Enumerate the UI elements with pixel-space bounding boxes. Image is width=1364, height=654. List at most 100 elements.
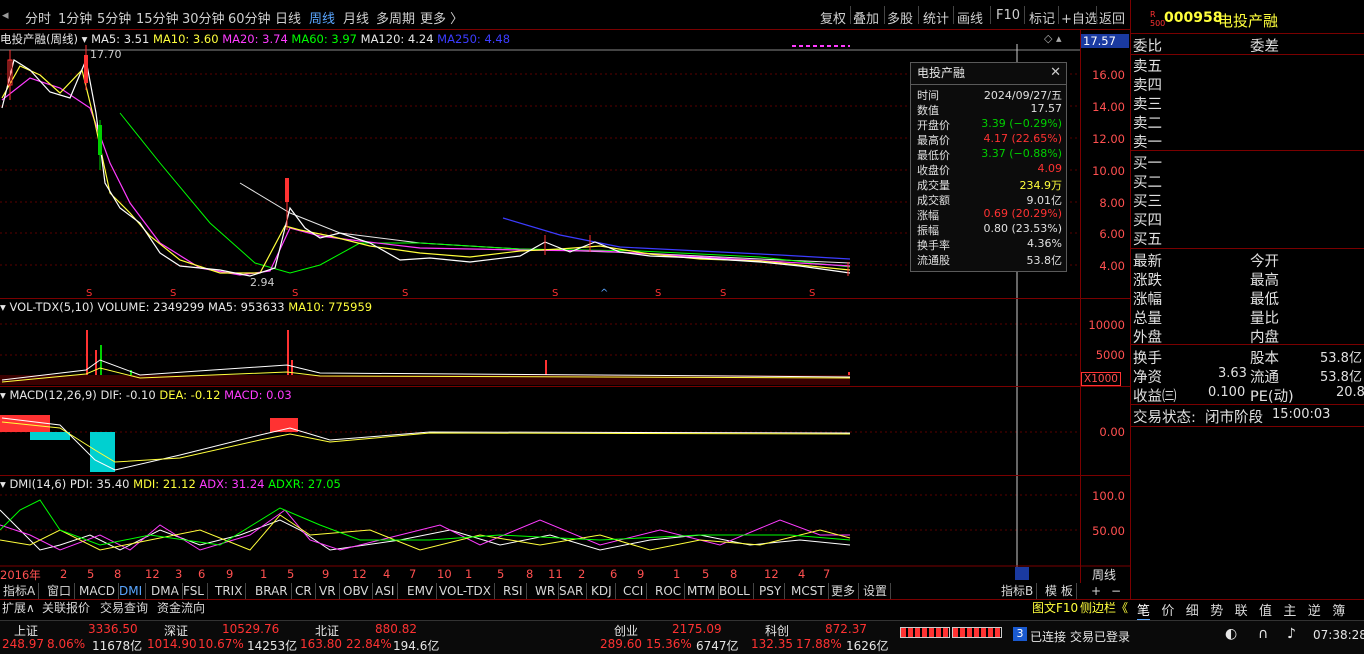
period-tab-multi[interactable]: 多周期 (376, 8, 415, 27)
indicator-tab-sar[interactable]: SAR (556, 583, 588, 599)
indicator-tab-roc[interactable]: ROC (652, 583, 686, 599)
price-tick: 14.00 (1092, 100, 1125, 114)
vol-ma10: MA10: 775959 (288, 300, 373, 314)
side-tab[interactable]: 簿 (1332, 600, 1345, 619)
macd-collapse-icon[interactable]: ▾ (0, 388, 6, 402)
indicator-tab-mcst[interactable]: MCST (788, 583, 829, 599)
sz-value: 10529.76 (222, 622, 280, 636)
period-tab-1min[interactable]: 1分钟 (58, 8, 92, 27)
expand-tab[interactable]: 扩展∧ (2, 600, 35, 616)
vol-tick: 5000 (1095, 348, 1125, 362)
connection-count-badge[interactable]: 3 (1013, 627, 1027, 641)
tooltip-row: 涨幅 0.69 (20.29%) (911, 207, 1066, 222)
trade-query-tab[interactable]: 交易查询 (100, 600, 148, 616)
sidebar-tab[interactable]: 侧边栏《 (1080, 600, 1128, 616)
f10-tab[interactable]: 图文F10 (1032, 600, 1078, 616)
close-icon[interactable]: ✕ (1050, 65, 1061, 80)
x-tick-label: 6 (610, 567, 618, 581)
x-tick-label: 2 (60, 567, 68, 581)
x-tick-label: 12 (145, 567, 160, 581)
indicator-tab-cr[interactable]: CR (292, 583, 316, 599)
equity-label: 股本 (1250, 351, 1279, 367)
period-tab-monthly[interactable]: 月线 (343, 8, 369, 27)
indicator-tab-mtm[interactable]: MTM (684, 583, 720, 599)
connection-status: 已连接 (1030, 630, 1067, 644)
indicator-tab-rsi[interactable]: RSI (500, 583, 527, 599)
side-tab[interactable]: 势 (1210, 600, 1223, 619)
indicator-tab-25[interactable]: 设置 (860, 583, 892, 599)
add-indicator-button[interactable]: + (1088, 583, 1104, 599)
indicator-tab-dmi[interactable]: DMI (116, 583, 147, 599)
dmi-collapse-icon[interactable]: ▾ (0, 477, 6, 491)
fund-flow-tab[interactable]: 资金流向 (157, 600, 205, 616)
adjust-button[interactable]: 复权 (820, 8, 846, 27)
cursor-x-marker (1015, 567, 1029, 580)
indicator-tab-obv[interactable]: OBV (340, 583, 373, 599)
dropdown-icon[interactable]: ▾ (82, 32, 88, 46)
eps-value: 0.100 (1208, 385, 1246, 400)
remove-indicator-button[interactable]: − (1108, 583, 1124, 599)
refresh-icon[interactable]: ◐ (1225, 626, 1237, 642)
quote-label: 量比 (1250, 311, 1279, 327)
pe-value: 20.8 (1336, 385, 1364, 400)
indicator-tab-kdj[interactable]: KDJ (588, 583, 616, 599)
buy-level-label: 买一 (1133, 156, 1162, 172)
period-tab-60min[interactable]: 60分钟 (228, 8, 271, 27)
indicator-tab-dma[interactable]: DMA (148, 583, 183, 599)
side-tab[interactable]: 细 (1186, 600, 1199, 619)
back-button[interactable]: 返回 (1099, 8, 1125, 27)
vol-collapse-icon[interactable]: ▾ (0, 300, 6, 314)
indicator-tab-a[interactable]: 指标A (0, 583, 40, 599)
indicator-tab-1[interactable]: 窗口 (44, 583, 76, 599)
template-tab[interactable]: 模 板 (1042, 583, 1077, 599)
period-tab-30min[interactable]: 30分钟 (182, 8, 225, 27)
dmi-adxr: ADXR: 27.05 (268, 477, 341, 491)
indicator-tab-vr[interactable]: VR (316, 583, 340, 599)
indicator-tab-brar[interactable]: BRAR (252, 583, 292, 599)
indicator-tab-voltdx[interactable]: VOL-TDX (436, 583, 495, 599)
overlay-button[interactable]: 叠加 (853, 8, 879, 27)
panel-divider-dmi (0, 475, 1130, 476)
indicator-tab-macd[interactable]: MACD (76, 583, 119, 599)
tooltip-value: 17.57 (1030, 102, 1063, 115)
indicator-tab-trix[interactable]: TRIX (212, 583, 247, 599)
panel-divider-vol (0, 298, 1130, 299)
side-tab[interactable]: 联 (1235, 600, 1248, 619)
x-tick-label: 9 (226, 567, 234, 581)
related-quote-tab[interactable]: 关联报价 (42, 600, 90, 616)
trade-login-status[interactable]: 交易已登录 (1070, 628, 1130, 645)
mark-button[interactable]: 标记 (1029, 8, 1055, 27)
kc-amount: 1626亿 (846, 639, 889, 653)
indicator-b-tab[interactable]: 指标B (998, 583, 1038, 599)
indicator-tab-fsl[interactable]: FSL (180, 583, 208, 599)
draw-line-button[interactable]: 画线 (957, 8, 983, 27)
side-tab[interactable]: 主 (1283, 600, 1296, 619)
x-tick-label: 7 (823, 567, 831, 581)
period-tab-more[interactable]: 更多 〉 (420, 8, 463, 27)
multi-stock-button[interactable]: 多股 (887, 8, 913, 27)
side-tab[interactable]: 值 (1259, 600, 1272, 619)
indicator-tab-psy[interactable]: PSY (756, 583, 786, 599)
weibi-label: 委比 (1133, 39, 1162, 55)
indicator-tab-cci[interactable]: CCI (620, 583, 648, 599)
indicator-tab-24[interactable]: 更多 (828, 583, 860, 599)
stats-button[interactable]: 统计 (923, 8, 949, 27)
diamond-icon[interactable]: ◇ ▴ (1044, 32, 1061, 45)
period-tab-timeshare[interactable]: 分时 (25, 8, 51, 27)
collapse-icon[interactable]: ◂ (2, 8, 9, 23)
indicator-tab-asi[interactable]: ASI (372, 583, 399, 599)
side-tab[interactable]: 逆 (1308, 600, 1321, 619)
trade-status-time: 15:00:03 (1272, 407, 1331, 422)
period-tab-daily[interactable]: 日线 (275, 8, 301, 27)
headset-icon[interactable]: ∩ (1258, 626, 1268, 642)
period-tab-weekly[interactable]: 周线 (309, 8, 335, 27)
period-tab-5min[interactable]: 5分钟 (97, 8, 131, 27)
side-tab[interactable]: 笔 (1137, 600, 1151, 621)
add-watchlist-button[interactable]: +自选 (1061, 8, 1098, 27)
indicator-tab-boll[interactable]: BOLL (716, 583, 754, 599)
period-tab-15min[interactable]: 15分钟 (136, 8, 179, 27)
indicator-tab-emv[interactable]: EMV (404, 583, 438, 599)
side-tab[interactable]: 价 (1161, 600, 1174, 619)
bell-icon[interactable]: ♪ (1287, 626, 1296, 642)
f10-button[interactable]: F10 (996, 8, 1020, 23)
